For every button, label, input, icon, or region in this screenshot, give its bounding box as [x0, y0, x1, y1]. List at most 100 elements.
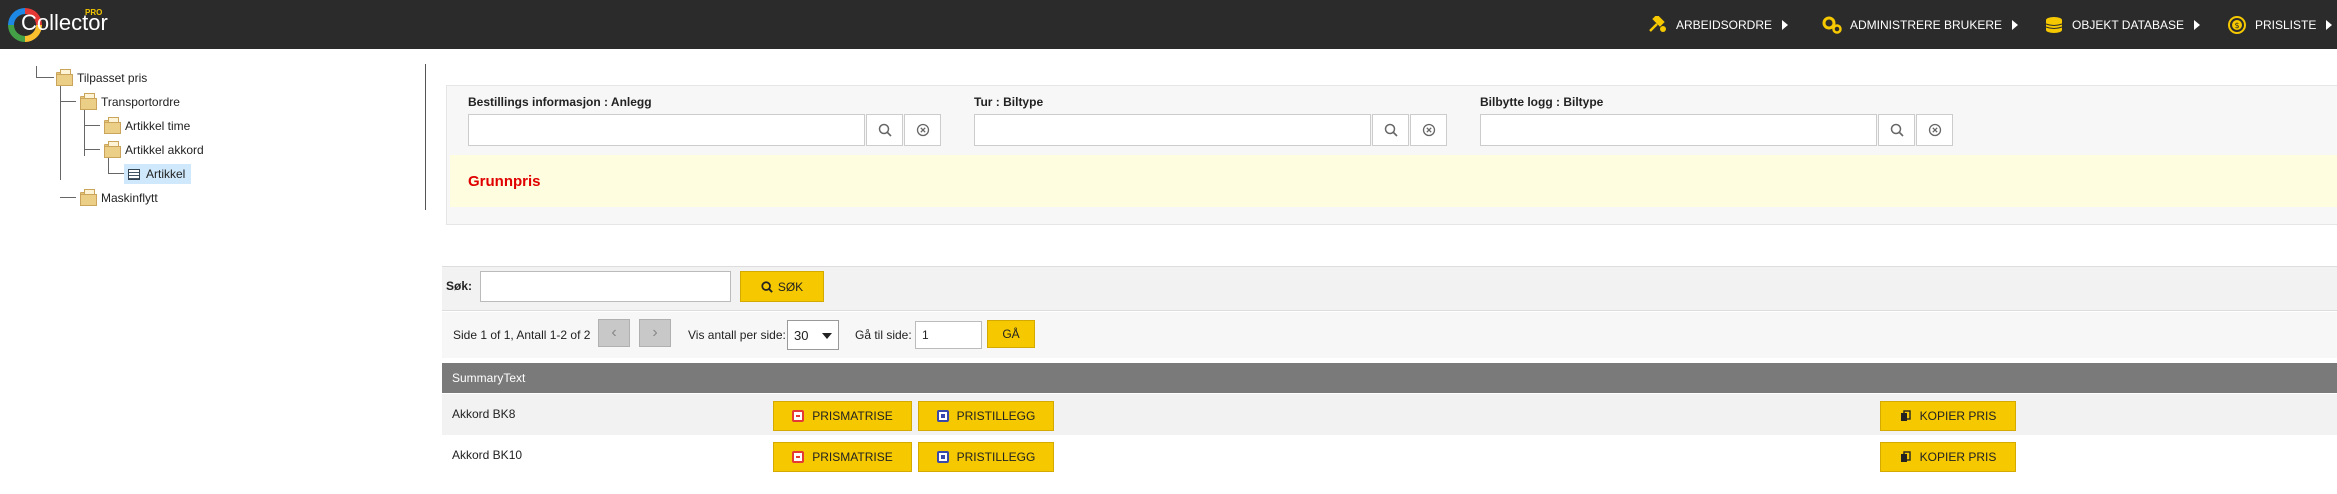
prev-page-button[interactable]: ‹	[598, 319, 630, 347]
kopier-pris-button[interactable]: KOPIER PRIS	[1880, 401, 2016, 431]
goto-page-label: Gå til side:	[855, 328, 912, 342]
tree-node-artikkel-time[interactable]: Artikkel time	[104, 116, 190, 136]
filter-clear-button[interactable]	[1916, 114, 1953, 146]
search-icon	[1890, 123, 1904, 137]
chevron-left-icon: ‹	[611, 324, 617, 341]
kopier-pris-button[interactable]: KOPIER PRIS	[1880, 442, 2016, 472]
nav-objekt-database[interactable]: OBJEKT DATABASE	[2044, 0, 2201, 49]
prismatrise-label: PRISMATRISE	[812, 450, 893, 464]
tree-node-label: Artikkel akkord	[125, 143, 204, 157]
pristillegg-button[interactable]: PRISTILLEGG	[918, 442, 1054, 472]
filter-clear-button[interactable]	[904, 114, 941, 146]
filter-search-button[interactable]	[866, 114, 903, 146]
summary-cell: Akkord BK8	[452, 407, 516, 421]
tree-node-label: Artikkel	[146, 167, 186, 181]
per-page-value: 30	[794, 327, 809, 343]
nav-administrere-brukere-label: ADMINISTRERE BRUKERE	[1850, 17, 2003, 32]
folder-icon	[56, 69, 73, 86]
caret-right-icon	[2326, 19, 2333, 30]
caret-right-icon	[2012, 19, 2019, 30]
table-header: SummaryText	[442, 363, 2337, 393]
kopier-pris-label: KOPIER PRIS	[1919, 450, 1997, 464]
wrench-hammer-icon	[1648, 15, 1668, 34]
tree-divider	[425, 64, 426, 210]
nav-prisliste[interactable]: $ PRISLISTE	[2227, 0, 2333, 49]
filter-search-button[interactable]	[1372, 114, 1409, 146]
filter-input-tur-biltype[interactable]	[974, 114, 1371, 146]
filter-search-button[interactable]	[1878, 114, 1915, 146]
tree-node-label: Artikkel time	[125, 119, 191, 133]
per-page-select[interactable]: 30	[787, 320, 839, 350]
table-icon	[128, 168, 140, 180]
tree-node-label: Transportordre	[101, 95, 180, 109]
grunnpris-band: Grunnpris	[450, 155, 2337, 207]
folder-icon	[104, 117, 121, 134]
prismatrise-button[interactable]: PRISMATRISE	[773, 401, 912, 431]
tree-node-maskinflytt[interactable]: Maskinflytt	[80, 188, 158, 208]
nav-arbeidsordre[interactable]: ARBEIDSORDRE	[1648, 0, 1789, 49]
coins-stack-icon	[2044, 16, 2064, 34]
search-icon	[761, 280, 773, 293]
search-button[interactable]: SØK	[740, 271, 824, 302]
search-icon	[878, 123, 892, 137]
logo-pro-badge: PRO	[85, 8, 103, 17]
next-page-button[interactable]: ›	[639, 319, 671, 347]
tree-node-label: Maskinflytt	[101, 191, 158, 205]
pristillegg-label: PRISTILLEGG	[956, 409, 1036, 423]
nav-administrere-brukere[interactable]: ADMINISTRERE BRUKERE	[1822, 0, 2019, 49]
nav-arbeidsordre-label: ARBEIDSORDRE	[1676, 17, 1773, 32]
matrix-icon	[792, 451, 805, 463]
filter-label-tur-biltype: Tur : Biltype	[974, 95, 1044, 109]
goto-button-label: GÅ	[1002, 327, 1020, 341]
clear-circle-icon	[1928, 123, 1941, 137]
kopier-pris-label: KOPIER PRIS	[1919, 409, 1997, 423]
filter-label-bilbytte-logg: Bilbytte logg : Biltype	[1480, 95, 1604, 109]
per-page-label: Vis antall per side:	[688, 328, 786, 342]
summary-cell: Akkord BK10	[452, 448, 523, 462]
gears-icon	[1822, 16, 1842, 34]
filter-input-anlegg[interactable]	[468, 114, 865, 146]
addon-icon	[936, 451, 949, 463]
copy-hand-icon	[1900, 410, 1911, 421]
nav-objekt-database-label: OBJEKT DATABASE	[2072, 17, 2185, 32]
folder-icon	[80, 93, 97, 110]
addon-icon	[936, 410, 949, 422]
prismatrise-button[interactable]: PRISMATRISE	[773, 442, 912, 472]
tree-node-artikkel[interactable]: Artikkel	[124, 164, 192, 184]
copy-hand-icon	[1900, 451, 1911, 462]
clear-circle-icon	[1422, 123, 1435, 137]
chevron-down-icon	[822, 333, 832, 339]
nav-prisliste-label: PRISLISTE	[2255, 17, 2317, 32]
search-label: Søk:	[446, 279, 473, 293]
column-header-summarytext: SummaryText	[452, 371, 526, 385]
tree-node-artikkel-akkord[interactable]: Artikkel akkord	[104, 140, 204, 160]
prismatrise-label: PRISMATRISE	[812, 409, 893, 423]
caret-right-icon	[1782, 19, 1789, 30]
tree-node-label: Tilpasset pris	[77, 71, 148, 85]
caret-right-icon	[2194, 19, 2201, 30]
tree-node-transportordre[interactable]: Transportordre	[80, 92, 180, 112]
clear-circle-icon	[916, 123, 929, 137]
goto-page-input[interactable]: 1	[915, 321, 982, 349]
table-row: Akkord BK10 PRISMATRISE PRISTILLEGG KOPI…	[442, 435, 2337, 476]
pristillegg-button[interactable]: PRISTILLEGG	[918, 401, 1054, 431]
filter-input-bilbytte-logg[interactable]	[1480, 114, 1877, 146]
goto-page-button[interactable]: GÅ	[987, 320, 1035, 348]
grunnpris-title: Grunnpris	[468, 172, 541, 190]
svg-text:$: $	[2234, 21, 2239, 30]
filter-label-anlegg: Bestillings informasjon : Anlegg	[468, 95, 652, 109]
matrix-icon	[792, 410, 805, 422]
search-button-label: SØK	[777, 279, 804, 294]
folder-icon	[104, 141, 121, 158]
chevron-right-icon: ›	[652, 324, 658, 341]
top-navigation-bar: Collector PRO ARBEIDSORDRE ADMINISTRERE …	[0, 0, 2337, 49]
collector-logo[interactable]: Collector PRO	[8, 6, 108, 44]
table-row: Akkord BK8 PRISMATRISE PRISTILLEGG KOPIE…	[442, 394, 2337, 435]
dollar-coin-icon: $	[2227, 15, 2247, 34]
tree-node-tilpasset-pris[interactable]: Tilpasset pris	[56, 68, 147, 88]
pager-summary: Side 1 of 1, Antall 1-2 of 2	[453, 328, 591, 342]
search-icon	[1384, 123, 1398, 137]
pristillegg-label: PRISTILLEGG	[956, 450, 1036, 464]
search-input[interactable]	[480, 271, 731, 302]
filter-clear-button[interactable]	[1410, 114, 1447, 146]
